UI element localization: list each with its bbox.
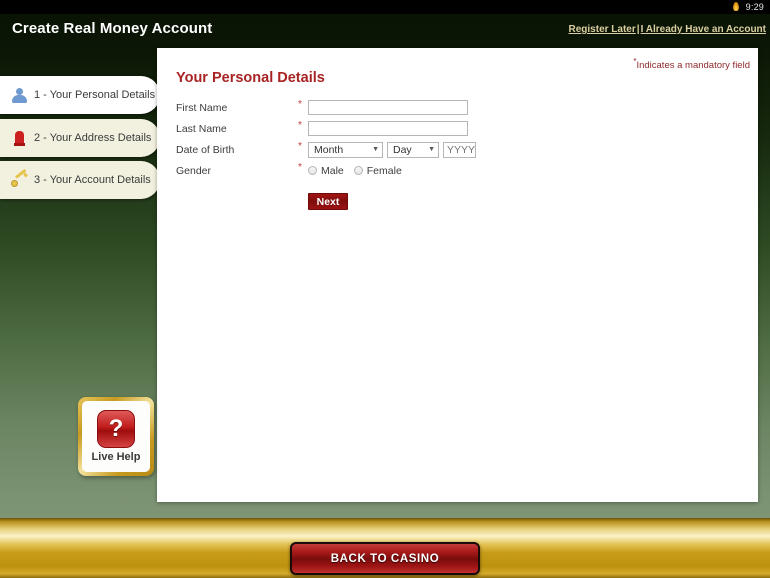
page-header: Create Real Money Account Register Later… (0, 14, 770, 48)
sidebar-item-address-details[interactable]: 2 - Your Address Details (0, 119, 160, 157)
mandatory-note-text: Indicates a mandatory field (636, 60, 750, 72)
day-select[interactable]: Day ▼ (387, 141, 439, 158)
key-icon (10, 168, 28, 189)
question-mark-icon: ? (97, 410, 135, 448)
back-to-casino-button[interactable]: BACK TO CASINO (290, 542, 480, 575)
form-row-gender: Gender * Male Female (176, 160, 736, 181)
header-links: Register Later|I Already Have an Account (569, 24, 766, 35)
flame-icon (730, 1, 742, 13)
form-row-last-name: Last Name * (176, 118, 736, 139)
sidebar-item-account-details[interactable]: 3 - Your Account Details (0, 161, 160, 199)
section-title: Your Personal Details (176, 70, 325, 86)
personal-details-form: First Name * Last Name * Date of Birth *… (176, 97, 736, 210)
first-name-required-marker: * (298, 99, 302, 110)
form-row-date-of-birth: Date of Birth * Month ▼ Day ▼ (176, 139, 736, 160)
radio-button-male[interactable] (308, 166, 317, 175)
sidebar-item-label: 3 - Your Account Details (34, 174, 151, 186)
last-name-input[interactable] (308, 121, 468, 136)
gender-option-male[interactable]: Male (308, 165, 344, 177)
year-input[interactable] (443, 141, 476, 158)
register-later-link[interactable]: Register Later (569, 24, 636, 35)
chevron-down-icon: ▼ (428, 146, 435, 153)
gender-label: Gender (176, 164, 212, 177)
month-select-value: Month (314, 143, 344, 156)
first-name-label: First Name (176, 101, 228, 114)
last-name-required-marker: * (298, 120, 302, 131)
gender-required-marker: * (298, 162, 302, 173)
link-separator: | (636, 24, 640, 35)
gender-male-label: Male (321, 164, 344, 177)
application-window: 9:29 Create Real Money Account Register … (0, 0, 770, 578)
radio-button-female[interactable] (353, 166, 363, 175)
first-name-input[interactable] (308, 100, 468, 115)
gender-option-female[interactable]: Female (353, 164, 402, 177)
registration-panel: *Indicates a mandatory field Your Person… (157, 48, 758, 502)
app-background: Create Real Money Account Register Later… (0, 14, 770, 578)
gender-radio-group: Male Female (308, 165, 412, 177)
date-of-birth-required-marker: * (298, 141, 302, 152)
date-of-birth-label: Date of Birth (176, 143, 235, 156)
already-have-account-link[interactable]: I Already Have an Account (641, 24, 766, 35)
page-title: Create Real Money Account (12, 20, 213, 37)
next-button[interactable]: Next (308, 193, 348, 210)
live-help-widget[interactable]: ? Live Help (78, 397, 154, 476)
sidebar-item-personal-details[interactable]: 1 - Your Personal Details (0, 76, 160, 114)
month-select[interactable]: Month ▼ (308, 141, 383, 158)
mailbox-icon (10, 129, 28, 147)
mandatory-field-note: *Indicates a mandatory field (633, 57, 750, 71)
chevron-down-icon: ▼ (372, 146, 379, 153)
live-help-label: Live Help (91, 451, 141, 463)
day-select-value: Day (393, 143, 412, 156)
os-status-bar: 9:29 (0, 0, 770, 14)
sidebar-item-label: 1 - Your Personal Details (34, 89, 156, 101)
status-bar-clock: 9:29 (745, 2, 764, 12)
form-row-first-name: First Name * (176, 97, 736, 118)
person-icon (10, 86, 28, 104)
gender-female-label: Female (366, 164, 402, 177)
last-name-label: Last Name (176, 122, 227, 135)
back-to-casino-label: BACK TO CASINO (330, 552, 440, 565)
sidebar-item-label: 2 - Your Address Details (34, 132, 152, 144)
live-help-inner: ? Live Help (82, 401, 150, 472)
